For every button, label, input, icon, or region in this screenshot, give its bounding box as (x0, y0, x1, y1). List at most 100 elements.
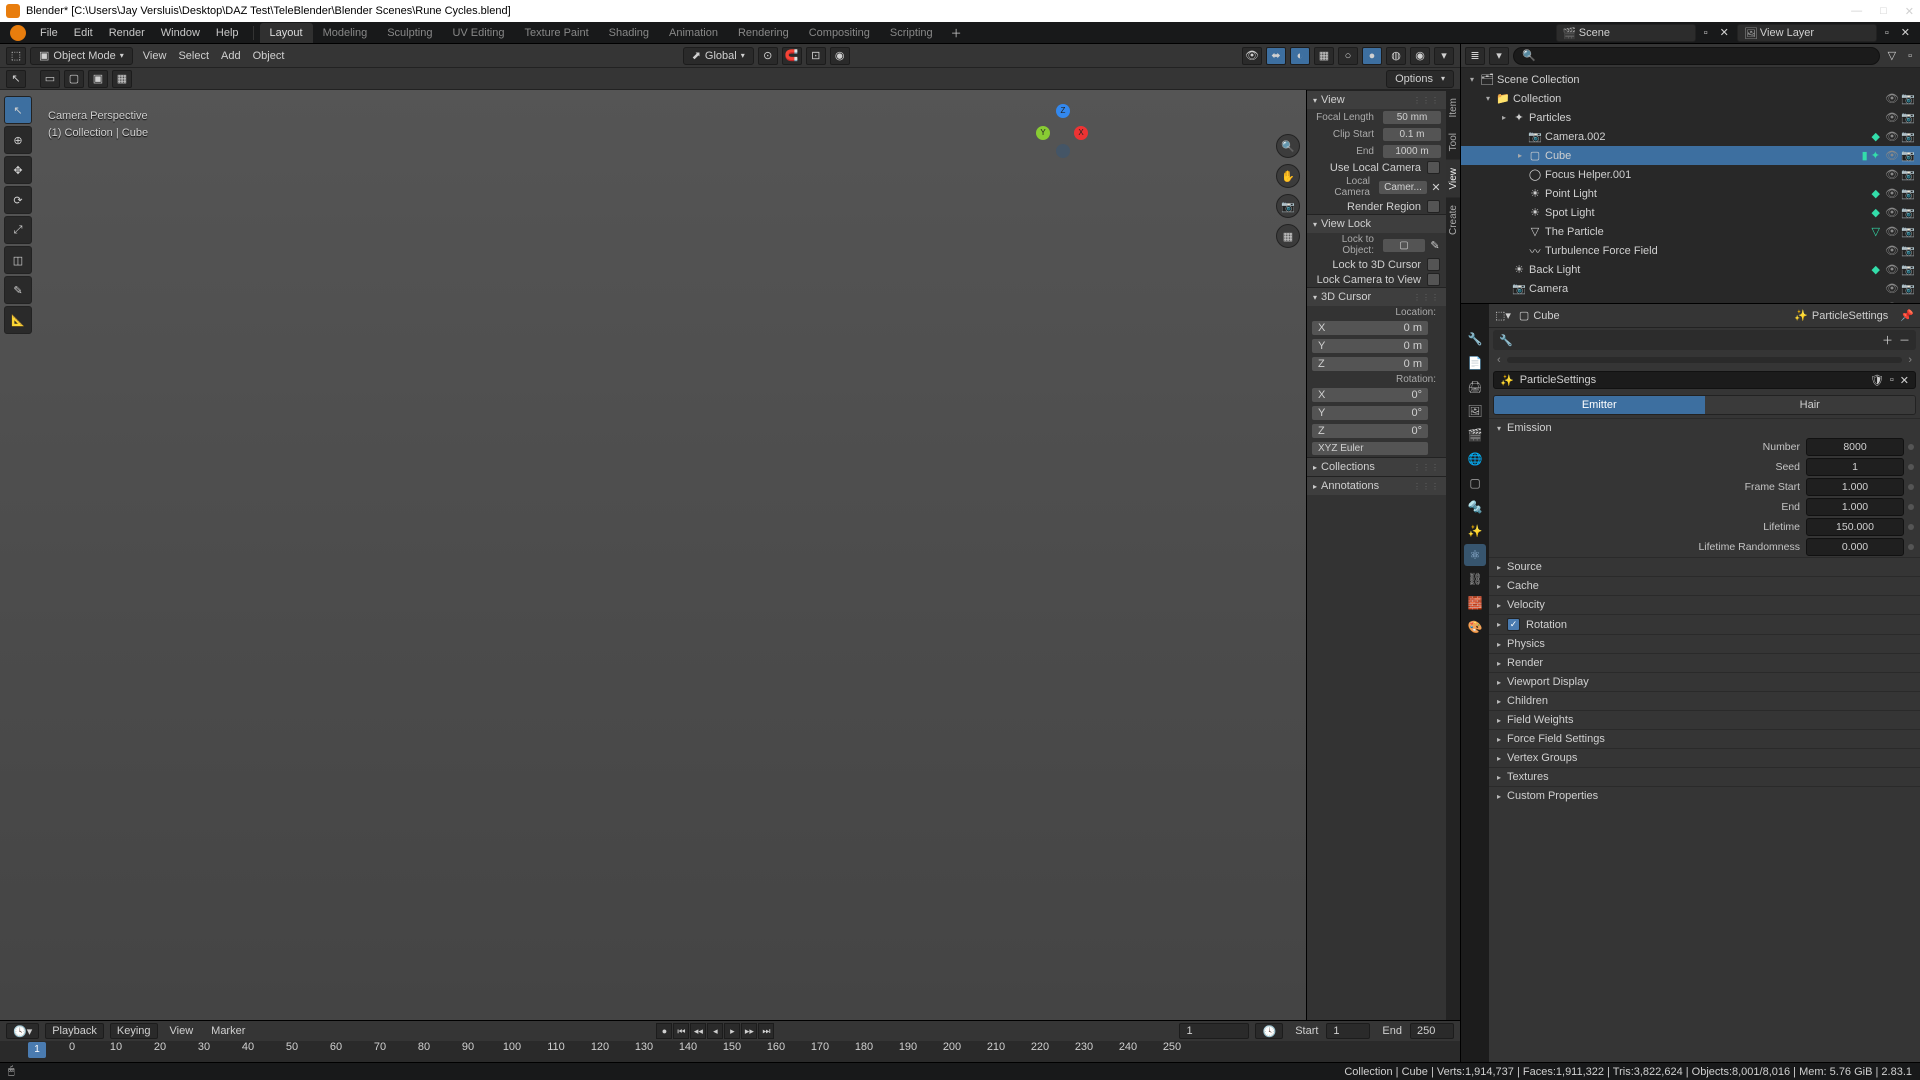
outliner-item-focus-helper-001[interactable]: ◯Focus Helper.001👁📷 (1461, 165, 1920, 184)
rotation-mode-dropdown[interactable]: XYZ Euler (1311, 441, 1429, 456)
visibility-toggle[interactable]: 👁 (1884, 282, 1900, 295)
render-toggle[interactable]: 📷 (1900, 111, 1916, 124)
props-tab-9[interactable]: ⚛ (1464, 544, 1486, 566)
outliner-item-camera-002[interactable]: 📷Camera.002◆👁📷 (1461, 127, 1920, 146)
frame-start-field[interactable]: 1.000 (1806, 478, 1904, 496)
outliner-item-camera-001[interactable]: 📷Camera.001◆👁📷 (1461, 298, 1920, 303)
current-frame-field[interactable]: 1 (1179, 1023, 1249, 1039)
lifetime-random-field[interactable]: 0.000 (1806, 538, 1904, 556)
props-tab-4[interactable]: 🎬 (1464, 424, 1486, 446)
props-tab-0[interactable]: 🔧 (1464, 328, 1486, 350)
focal-length-field[interactable]: 50 mm (1382, 110, 1442, 125)
visibility-toggle[interactable]: 👁 (1884, 111, 1900, 124)
workspace-animation[interactable]: Animation (659, 23, 728, 43)
menu-window[interactable]: Window (153, 23, 208, 43)
props-type-button[interactable]: ⬚▾ (1495, 309, 1511, 322)
lifetime-field[interactable]: 150.000 (1806, 518, 1904, 536)
emission-section[interactable]: ▾Emission (1489, 418, 1920, 437)
section-physics[interactable]: ▸Physics (1489, 634, 1920, 653)
rotate-tool[interactable]: ⟳ (4, 186, 32, 214)
cursor-ry-field[interactable]: Y0° (1311, 405, 1429, 421)
start-frame-field[interactable]: 1 (1326, 1023, 1370, 1039)
props-tab-1[interactable]: 📄 (1464, 352, 1486, 374)
menu-edit[interactable]: Edit (66, 23, 101, 43)
shading-wire-button[interactable]: ○ (1338, 47, 1358, 65)
cursor-z-field[interactable]: Z0 m (1311, 356, 1429, 372)
jump-start-button[interactable]: ⏮ (673, 1023, 689, 1039)
props-tab-3[interactable]: 🖼 (1464, 400, 1486, 422)
shading-solid-button[interactable]: ● (1362, 47, 1382, 65)
number-field[interactable]: 8000 (1806, 438, 1904, 456)
render-toggle[interactable]: 📷 (1900, 244, 1916, 257)
menu-help[interactable]: Help (208, 23, 247, 43)
shading-opts-button[interactable]: ▾ (1434, 47, 1454, 65)
outliner-item-point-light[interactable]: ☀Point Light◆👁📷 (1461, 184, 1920, 203)
autokey-button[interactable]: ● (656, 1023, 672, 1039)
timeline-editor-button[interactable]: 🕓▾ (6, 1023, 39, 1039)
props-tab-7[interactable]: 🔩 (1464, 496, 1486, 518)
collections-panel-header[interactable]: ▸Collections⋮⋮⋮ (1307, 457, 1446, 476)
add-ps-button[interactable]: ＋ (1882, 332, 1893, 348)
npanel-tab-tool[interactable]: Tool (1446, 125, 1460, 159)
cursor-rx-field[interactable]: X0° (1311, 387, 1429, 403)
scroll-thumb[interactable] (1507, 357, 1903, 363)
gizmo-x[interactable]: X (1074, 126, 1088, 140)
gizmo-z[interactable]: Z (1056, 104, 1070, 118)
emitter-seg[interactable]: Emitter (1494, 396, 1705, 414)
orientation-gizmo[interactable]: X Y Z (1034, 104, 1090, 160)
lock-camera-view-checkbox[interactable] (1427, 273, 1440, 286)
outliner-root[interactable]: ▾🗂 Scene Collection (1461, 70, 1920, 89)
props-tab-12[interactable]: 🎨 (1464, 616, 1486, 638)
add-workspace-button[interactable]: ＋ (943, 21, 970, 45)
outliner-new-collection[interactable]: ▫ (1904, 50, 1916, 62)
gizmo-y[interactable]: Y (1036, 126, 1050, 140)
overlay-toggle-button[interactable]: ◐ (1290, 47, 1310, 65)
visibility-toggle[interactable]: 👁 (1884, 206, 1900, 219)
vp-menu-select[interactable]: Select (172, 50, 215, 62)
annotate-tool[interactable]: ✎ (4, 276, 32, 304)
close-button[interactable]: ✕ (1905, 5, 1914, 18)
section-source[interactable]: ▸Source (1489, 557, 1920, 576)
outliner-item-spot-light[interactable]: ☀Spot Light◆👁📷 (1461, 203, 1920, 222)
props-tab-11[interactable]: 🧱 (1464, 592, 1486, 614)
playhead[interactable]: 1 (28, 1042, 46, 1058)
next-key-button[interactable]: ▸▸ (741, 1023, 757, 1039)
gizmo-nz[interactable] (1056, 144, 1070, 158)
workspace-compositing[interactable]: Compositing (799, 23, 880, 43)
pan-icon[interactable]: ✋ (1276, 164, 1300, 188)
lock-3dcursor-checkbox[interactable] (1427, 258, 1440, 271)
viewlayer-selector[interactable]: 🖼 View Layer (1737, 24, 1877, 42)
scale-tool[interactable]: ⤢ (4, 216, 32, 244)
workspace-scripting[interactable]: Scripting (880, 23, 943, 43)
section-field-weights[interactable]: ▸Field Weights (1489, 710, 1920, 729)
new-datablock-button[interactable]: ▫ (1890, 374, 1894, 386)
section-textures[interactable]: ▸Textures (1489, 767, 1920, 786)
local-camera-field[interactable]: Camer... (1378, 180, 1428, 195)
visibility-toggle[interactable]: 👁 (1884, 92, 1900, 105)
perspective-icon[interactable]: ▦ (1276, 224, 1300, 248)
npanel-tab-create[interactable]: Create (1446, 197, 1460, 243)
timeline-view-menu[interactable]: View (164, 1025, 200, 1037)
render-toggle[interactable]: 📷 (1900, 206, 1916, 219)
render-toggle[interactable]: 📷 (1900, 282, 1916, 295)
end-frame-field[interactable]: 250 (1410, 1023, 1454, 1039)
snap-target-button[interactable]: ⊡ (806, 47, 826, 65)
section-render[interactable]: ▸Render (1489, 653, 1920, 672)
drag-action-3[interactable]: ▣ (88, 70, 108, 88)
npanel-tab-view[interactable]: View (1446, 160, 1460, 198)
scene-selector[interactable]: 🎬 Scene (1556, 24, 1696, 42)
visibility-toggle[interactable]: 👁 (1884, 149, 1900, 162)
editor-type-button[interactable]: ⬚ (6, 47, 26, 65)
remove-ps-button[interactable]: － (1899, 332, 1910, 348)
workspace-modeling[interactable]: Modeling (313, 23, 378, 43)
zoom-icon[interactable]: 🔍 (1276, 134, 1300, 158)
frame-end-field[interactable]: 1.000 (1806, 498, 1904, 516)
section-velocity[interactable]: ▸Velocity (1489, 595, 1920, 614)
section-force-field-settings[interactable]: ▸Force Field Settings (1489, 729, 1920, 748)
render-toggle[interactable]: 📷 (1900, 92, 1916, 105)
particle-system-list[interactable]: 🔧 ＋ － (1493, 330, 1916, 350)
pin-icon[interactable]: 📌 (1900, 309, 1914, 322)
props-tab-6[interactable]: ▢ (1464, 472, 1486, 494)
timeline-marker-menu[interactable]: Marker (205, 1025, 251, 1037)
xray-button[interactable]: ▦ (1314, 47, 1334, 65)
